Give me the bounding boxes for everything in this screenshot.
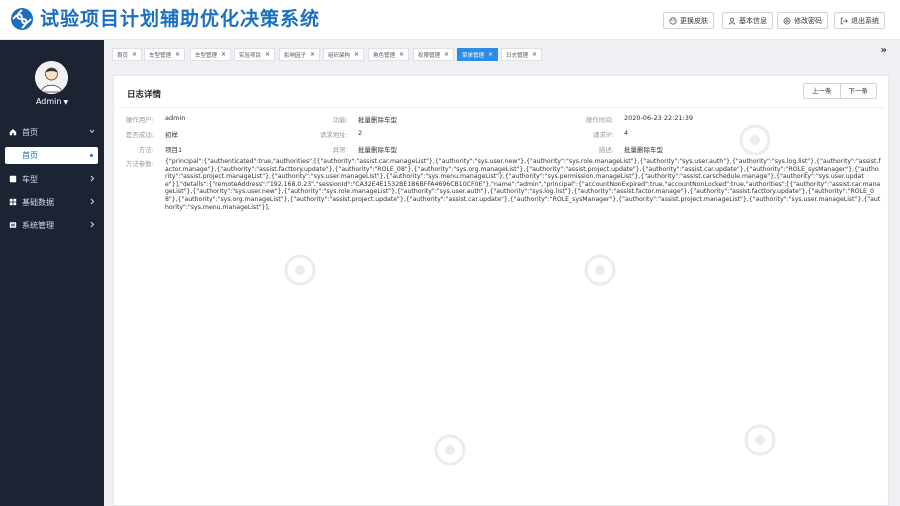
sidebar-item-car[interactable]: 车型 (0, 168, 104, 190)
params-label: 方法参数: (125, 160, 154, 168)
user-menu[interactable]: Admin ▼ (0, 97, 104, 108)
sidebar-item-car-label: 车型 (22, 174, 38, 184)
chevron-down-icon (89, 129, 95, 134)
sidebar: Admin ▼ 首页 首页 车型 基础数据 系统管理 (0, 40, 104, 506)
tab-car-manage[interactable]: 车型管理 × (144, 48, 186, 61)
tab-label: 实验项目 (239, 52, 262, 59)
user-value: admin (165, 114, 186, 122)
sidebar-item-home-label: 首页 (22, 127, 38, 137)
settings-icon (9, 222, 17, 228)
request-url-label: 请求地址: (319, 131, 348, 139)
time-value: 2020-06-23 22:21:39 (624, 114, 694, 122)
tab-test-project[interactable]: 实验项目 × (234, 48, 276, 61)
close-icon[interactable]: × (488, 51, 493, 58)
basic-info-button[interactable]: 基本信息 (722, 12, 773, 29)
tab-permission-manage[interactable]: 权限管理 × (413, 48, 455, 61)
change-password-label: 修改密码 (794, 16, 822, 25)
tab-label: 菜单管理 (462, 52, 485, 59)
exception-label: 异常: (332, 146, 348, 154)
pager: 上一条 下一条 (803, 83, 877, 99)
tab-label: 车型管理 (195, 52, 218, 59)
method-value: 项目1 (165, 146, 183, 154)
tab-label: 首页 (117, 52, 129, 59)
success-label: 是否成功: (125, 131, 154, 139)
close-icon[interactable]: × (354, 51, 359, 58)
close-icon[interactable]: × (444, 51, 449, 58)
description-value: 批量删除车型 (624, 146, 663, 154)
prev-button[interactable]: 上一条 (804, 84, 840, 98)
tab-label: 组织架构 (328, 52, 351, 59)
tab-impact-factor[interactable]: 影响因子 × (279, 48, 321, 61)
exception-value: 批量删除车型 (358, 146, 397, 154)
sidebar-item-base-data-label: 基础数据 (22, 197, 54, 207)
request-ip-value: 4 (624, 129, 629, 137)
function-value: 批量删除车型 (358, 116, 397, 124)
tab-log-manage[interactable]: 日志管理 × (501, 48, 543, 61)
function-label: 功能: (332, 116, 348, 124)
sidebar-item-base-data[interactable]: 基础数据 (0, 191, 104, 213)
user-label: 操作用户: (125, 116, 154, 124)
sidebar-item-home[interactable]: 首页 (0, 121, 104, 143)
close-icon[interactable]: × (310, 51, 315, 58)
skin-icon (669, 16, 677, 25)
tab-label: 日志管理 (506, 52, 529, 59)
tab-org-structure[interactable]: 组织架构 × (323, 48, 365, 61)
avatar[interactable] (35, 61, 68, 94)
description-label: 描述: (598, 146, 614, 154)
tab-menu-manage[interactable]: 菜单管理 × (457, 48, 499, 61)
caret-down-icon: ▼ (63, 99, 69, 106)
basic-info-label: 基本信息 (739, 16, 767, 25)
tab-car-manage-2[interactable]: 车型管理 × (190, 48, 232, 61)
tab-home[interactable]: 首页 × (112, 48, 143, 61)
tab-role-manage[interactable]: 角色管理 × (368, 48, 410, 61)
close-icon[interactable]: × (532, 51, 537, 58)
divider (119, 107, 883, 108)
panel-title: 日志详情 (127, 90, 162, 100)
sidebar-subitem-home[interactable]: 首页 (5, 147, 98, 164)
user-name: Admin (35, 97, 62, 106)
tab-strip: 首页 × 车型管理 × 车型管理 × 实验项目 × 影响因子 × 组织架构 × 角色管理 × … (104, 40, 900, 68)
change-skin-button[interactable]: 更换皮肤 (663, 12, 714, 29)
logo-icon (11, 8, 33, 30)
change-skin-label: 更换皮肤 (680, 16, 708, 25)
tab-label: 车型管理 (149, 52, 172, 59)
time-label: 操作时间: (585, 116, 614, 124)
sidebar-item-system[interactable]: 系统管理 (0, 214, 104, 236)
close-icon[interactable]: × (221, 51, 226, 58)
method-label: 方法: (138, 146, 154, 154)
request-ip-label: 请求IP: (592, 131, 614, 139)
top-bar: 试验项目计划辅助优化决策系统 更换皮肤 基本信息 修改密码 退出系统 (0, 0, 900, 40)
sidebar-item-system-label: 系统管理 (22, 220, 54, 230)
close-icon[interactable]: × (399, 51, 404, 58)
avatar-icon (35, 61, 68, 94)
database-icon (9, 198, 17, 206)
chevron-right-icon (90, 175, 95, 182)
tabs-scroll-button[interactable]: » (881, 45, 887, 56)
success-value: 初样 (165, 131, 178, 139)
home-icon (9, 128, 17, 136)
tab-label: 角色管理 (373, 52, 396, 59)
car-icon (9, 175, 17, 183)
logout-icon (840, 17, 848, 24)
tab-label: 权限管理 (418, 52, 441, 59)
chevron-right-icon (90, 221, 95, 228)
close-icon[interactable]: × (175, 51, 180, 58)
log-detail-panel: 日志详情 上一条 下一条 操作用户: admin 功能: 批量删除车型 操作时间… (113, 75, 889, 506)
sidebar-subitem-home-label: 首页 (22, 151, 38, 160)
user-icon (728, 17, 736, 25)
logout-label: 退出系统 (851, 16, 879, 25)
close-icon[interactable]: × (265, 51, 270, 58)
next-button[interactable]: 下一条 (839, 84, 877, 98)
change-password-button[interactable]: 修改密码 (777, 12, 828, 29)
active-dot (90, 154, 93, 157)
settings-icon (783, 17, 791, 24)
logout-button[interactable]: 退出系统 (834, 12, 885, 29)
tab-label: 影响因子 (284, 52, 307, 59)
params-value: {"principal":{"authenticated":true,"auth… (165, 158, 881, 211)
request-url-value: 2 (358, 129, 363, 137)
close-icon[interactable]: × (132, 51, 137, 58)
chevron-right-icon (90, 198, 95, 205)
app-title: 试验项目计划辅助优化决策系统 (40, 8, 321, 30)
